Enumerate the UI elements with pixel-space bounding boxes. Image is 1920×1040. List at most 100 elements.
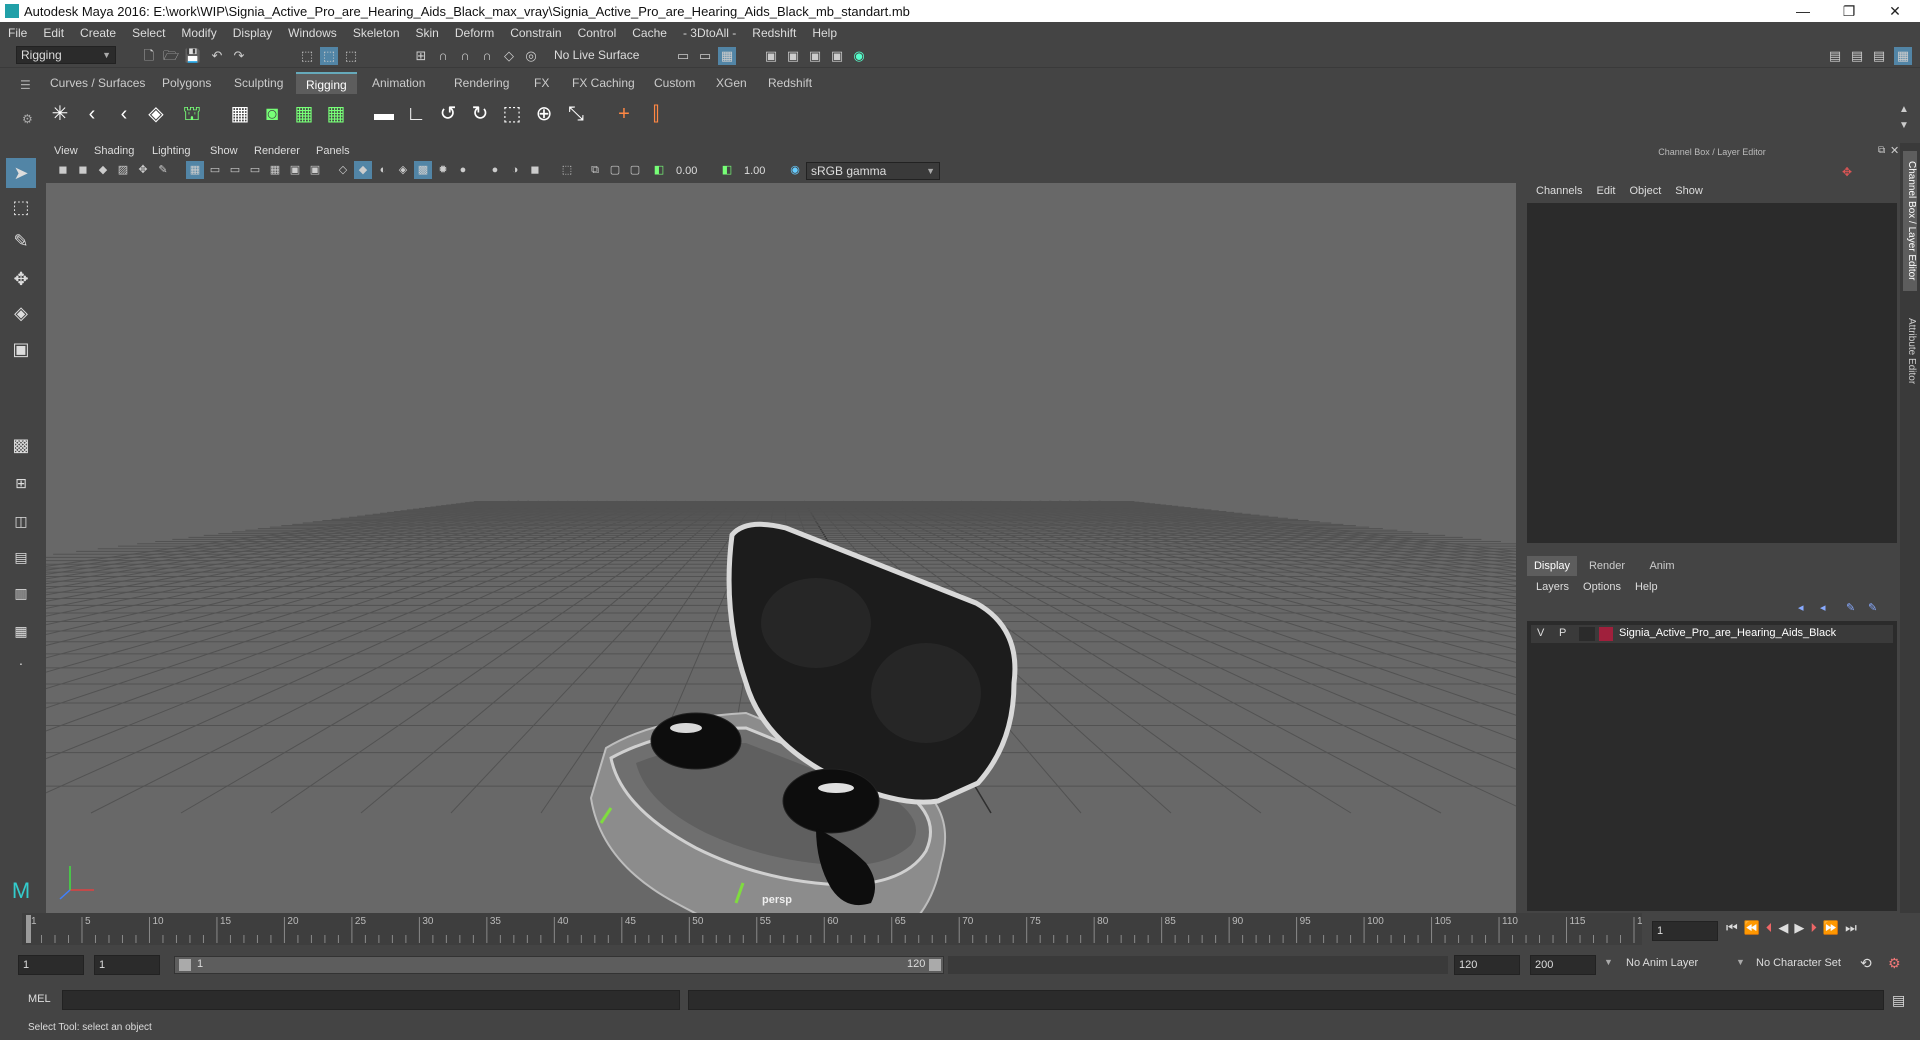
snap-surface-icon[interactable]: ◇ — [500, 47, 518, 65]
menu-modify[interactable]: Modify — [173, 26, 224, 40]
xray-icon[interactable]: ⧉ — [586, 161, 604, 179]
grid-toggle-icon[interactable]: ▦ — [186, 161, 204, 179]
range-slider-start-handle[interactable] — [179, 959, 191, 971]
menu-display[interactable]: Display — [225, 26, 280, 40]
image-plane-icon[interactable]: ▨ — [114, 161, 132, 179]
tab-display[interactable]: Display — [1527, 556, 1577, 576]
side-tab-attribute-editor[interactable]: Attribute Editor — [1903, 301, 1917, 401]
construction-history-icon[interactable]: ▦ — [718, 47, 736, 65]
cb-menu-object[interactable]: Object — [1629, 185, 1661, 197]
smooth-shade-icon[interactable]: ◆ — [354, 161, 372, 179]
minimize-button[interactable]: — — [1780, 0, 1826, 22]
go-to-start-icon[interactable]: ⏮ — [1726, 920, 1738, 936]
range-slider-end-handle[interactable] — [929, 959, 941, 971]
new-scene-icon[interactable]: 🗋 — [140, 47, 158, 65]
select-object-icon[interactable]: ⬚ — [320, 47, 338, 65]
isolate-select-icon[interactable]: ⬚ — [558, 161, 576, 179]
layout-options-icon[interactable]: · — [6, 648, 36, 678]
film-gate-icon[interactable]: ▭ — [206, 161, 224, 179]
camera-select-icon[interactable]: ◼ — [54, 161, 72, 179]
play-backwards-icon[interactable]: ◀ — [1778, 920, 1788, 936]
vp-menu-panels[interactable]: Panels — [316, 145, 350, 157]
menu-file[interactable]: File — [0, 26, 35, 40]
move-layer-up-icon[interactable]: ◂ — [1798, 601, 1804, 614]
insert-joint-icon[interactable]: ◈ — [142, 100, 170, 128]
step-forward-icon[interactable]: ⏩ — [1823, 920, 1839, 936]
gamma-icon[interactable]: ◧ — [718, 161, 736, 179]
hypershade-layout-icon[interactable]: ▦ — [6, 616, 36, 646]
select-tool-icon[interactable]: ➤ — [6, 158, 36, 188]
layer-playback-toggle[interactable]: P — [1559, 627, 1566, 639]
side-tab-channel-box[interactable]: Channel Box / Layer Editor — [1903, 151, 1917, 291]
tab-fx[interactable]: FX — [524, 72, 559, 94]
script-editor-icon[interactable]: ▤ — [1892, 992, 1905, 1009]
rotate-tool-icon[interactable]: ◈ — [6, 298, 36, 328]
joint-tool-icon[interactable]: ✳ — [46, 100, 74, 128]
range-slider[interactable]: 1 120 — [174, 956, 944, 974]
screen-space-ao-icon[interactable]: ● — [486, 161, 504, 179]
snap-grid-icon[interactable]: ⊞ — [412, 47, 430, 65]
single-view-layout-icon[interactable]: ▩ — [6, 430, 36, 460]
menu-redshift[interactable]: Redshift — [744, 26, 804, 40]
tab-anim[interactable]: Anim — [1637, 556, 1687, 576]
animation-start-field[interactable]: 1 — [18, 955, 84, 975]
ipr-render-icon[interactable]: ▣ — [806, 47, 824, 65]
save-scene-icon[interactable]: 💾 — [184, 47, 202, 65]
attribute-editor-toggle-icon[interactable]: ▤ — [1848, 47, 1866, 65]
safe-title-icon[interactable]: ▣ — [306, 161, 324, 179]
side-by-side-layout-icon[interactable]: ◫ — [6, 506, 36, 536]
cb-menu-show[interactable]: Show — [1675, 185, 1703, 197]
menu-help[interactable]: Help — [804, 26, 845, 40]
bookmark-icon[interactable]: ◆ — [94, 161, 112, 179]
manipulator-icon[interactable]: ✥ — [1842, 165, 1852, 179]
render-frame-icon[interactable]: ▣ — [784, 47, 802, 65]
close-button[interactable]: ✕ — [1872, 0, 1918, 22]
vp-menu-view[interactable]: View — [54, 145, 78, 157]
scale-tool-icon[interactable]: ▣ — [6, 334, 36, 364]
blend-shape-icon[interactable]: ▬ — [370, 100, 398, 128]
shelf-menu-icon[interactable]: ☰ — [20, 78, 31, 92]
default-material-icon[interactable]: ◐ — [374, 161, 392, 179]
parent-constraint-icon[interactable]: ⊕ — [530, 100, 558, 128]
grease-pencil-icon[interactable]: ✎ — [154, 161, 172, 179]
color-space-select[interactable]: sRGB gamma ▼ — [806, 162, 940, 180]
wireframe-on-shaded-icon[interactable]: ◈ — [394, 161, 412, 179]
new-layer-icon[interactable]: ✎ — [1846, 601, 1855, 614]
field-chart-icon[interactable]: ▦ — [266, 161, 284, 179]
menu-edit[interactable]: Edit — [35, 26, 72, 40]
go-to-end-icon[interactable]: ⏭ — [1845, 920, 1857, 936]
menu-skeleton[interactable]: Skeleton — [345, 26, 408, 40]
menu-cache[interactable]: Cache — [624, 26, 675, 40]
menu-set-select[interactable]: Rigging ▼ — [16, 46, 116, 64]
step-back-icon[interactable]: ⏪ — [1744, 920, 1760, 936]
tab-sculpting[interactable]: Sculpting — [224, 72, 293, 94]
pole-vector-icon[interactable]: ⤡ — [562, 100, 590, 128]
cluster-icon[interactable]: ▦ — [322, 100, 350, 128]
aim-constraint-icon[interactable]: ↺ — [434, 100, 462, 128]
layer-menu-options[interactable]: Options — [1583, 581, 1621, 593]
tab-rendering[interactable]: Rendering — [444, 72, 519, 94]
menu-create[interactable]: Create — [72, 26, 124, 40]
bind-skin-icon[interactable]: ▦ — [226, 100, 254, 128]
output-ops-icon[interactable]: ▭ — [696, 47, 714, 65]
two-d-pan-icon[interactable]: ✥ — [134, 161, 152, 179]
layer-name[interactable]: Signia_Active_Pro_are_Hearing_Aids_Black — [1619, 627, 1836, 639]
redo-icon[interactable]: ↷ — [230, 47, 248, 65]
gate-mask-icon[interactable]: ▭ — [246, 161, 264, 179]
scale-constraint-icon[interactable]: ⬚ — [498, 100, 526, 128]
render-view-icon[interactable]: ▣ — [762, 47, 780, 65]
camera-lock-icon[interactable]: ◼ — [74, 161, 92, 179]
layer-visibility-toggle[interactable]: V — [1537, 627, 1544, 639]
locator-icon[interactable]: + — [610, 100, 638, 128]
undo-icon[interactable]: ↶ — [208, 47, 226, 65]
lattice-icon[interactable]: ▦ — [290, 100, 318, 128]
layer-color-swatch[interactable] — [1599, 627, 1613, 641]
menu-windows[interactable]: Windows — [280, 26, 345, 40]
persp-outliner-layout-icon[interactable]: ▤ — [6, 542, 36, 572]
tab-curves-surfaces[interactable]: Curves / Surfaces — [40, 72, 155, 94]
menu-skin[interactable]: Skin — [408, 26, 447, 40]
menu-deform[interactable]: Deform — [447, 26, 502, 40]
snap-view-icon[interactable]: ∩ — [478, 47, 496, 65]
time-slider[interactable]: 1 5 10 15 20 25 30 35 40 45 50 55 60 65 70 75 80 85 90 95 10… — [22, 913, 1642, 945]
vp-menu-shading[interactable]: Shading — [94, 145, 134, 157]
